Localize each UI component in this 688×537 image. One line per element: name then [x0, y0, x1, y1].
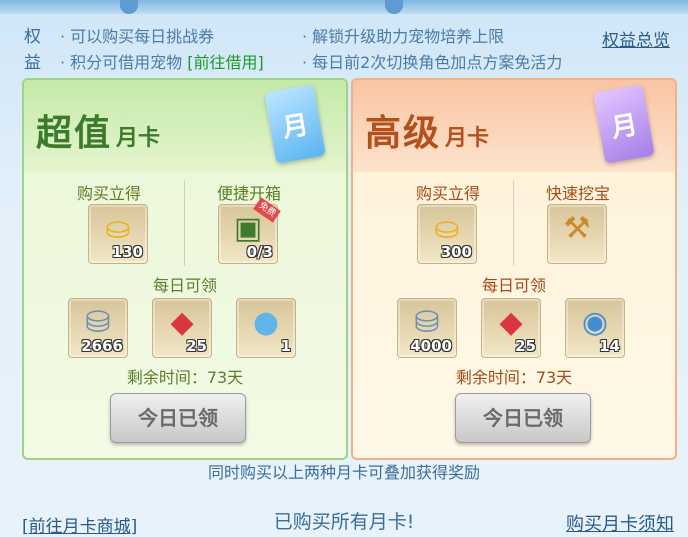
- remaining-time: 剩余时间：73天: [455, 368, 573, 387]
- reward-slot[interactable]: ▣ 免费 0/3: [218, 197, 281, 264]
- card-title-main: 超值: [36, 112, 113, 154]
- benefits-title: 权益: [24, 27, 41, 73]
- item-count: 130: [111, 243, 143, 261]
- frame-ornament-icon: [385, 0, 403, 14]
- divider: [513, 180, 514, 266]
- shovel-icon: ⚒: [563, 211, 591, 246]
- perk-label: 便捷开箱: [216, 184, 281, 203]
- item-count: 1: [280, 337, 291, 355]
- benefit-item-borrow: · 积分可借用宠物 [前往借用]: [60, 52, 264, 74]
- daily-reward-slot[interactable]: ◉ 14: [565, 298, 625, 358]
- red-gem-icon: ◆: [170, 305, 194, 340]
- silver-ingot-icon: ⛁: [414, 305, 440, 340]
- month-card-icon: 月: [264, 84, 326, 164]
- item-count: 0/3: [246, 243, 273, 261]
- card-title-sub: 月卡: [116, 125, 161, 151]
- premium-monthly-card: 高级 月卡 月 购买立得 快速挖宝 ⛀ 300 ⚒ 每日可领 ⛁ 4000 ◆ 2…: [351, 78, 677, 460]
- card-header: 高级 月卡 月: [353, 80, 675, 172]
- benefit-item: · 可以购买每日挑战券: [60, 27, 215, 46]
- borrow-link[interactable]: [前往借用]: [187, 53, 264, 72]
- claimed-today-button[interactable]: 今日已领: [110, 393, 246, 443]
- card-title-main: 高级: [365, 112, 442, 154]
- daily-reward-slot[interactable]: ◆ 25: [152, 298, 212, 358]
- card-title: 超值 月卡: [36, 104, 160, 156]
- benefit-item-text: · 积分可借用宠物: [60, 53, 183, 72]
- item-count: 4000: [410, 337, 452, 355]
- daily-label: 每日可领: [152, 276, 217, 295]
- top-frame: [0, 0, 688, 14]
- card-title: 高级 月卡: [365, 104, 489, 156]
- stacking-note: 同时购买以上两种月卡可叠加获得奖励: [207, 463, 480, 482]
- benefits-bar: 权益 · 可以购买每日挑战券 · 解锁升级助力宠物培养上限 · 积分可借用宠物 …: [10, 20, 678, 76]
- claimed-today-button[interactable]: 今日已领: [455, 393, 591, 443]
- reward-slot[interactable]: ⛀ 130: [88, 204, 148, 264]
- benefit-item: · 解锁升级助力宠物培养上限: [302, 27, 505, 46]
- frame-ornament-icon: [120, 0, 138, 14]
- value-monthly-card: 超值 月卡 月 购买立得 便捷开箱 ⛀ 130 ▣ 免费 0/3 每日可领 ⛁ 2…: [22, 78, 348, 460]
- month-card-icon: 月: [593, 84, 655, 164]
- daily-label: 每日可领: [481, 276, 546, 295]
- item-count: 300: [440, 243, 472, 261]
- silver-ingot-icon: ⛁: [85, 305, 111, 340]
- purchase-notice-link[interactable]: 购买月卡须知: [566, 510, 674, 536]
- swirl-orb-icon: ◉: [581, 305, 609, 340]
- divider: [184, 180, 185, 266]
- gold-ingot-icon: ⛀: [434, 211, 460, 246]
- blue-orb-icon: ●: [252, 305, 280, 340]
- red-gem-icon: ◆: [499, 305, 523, 340]
- daily-reward-slot[interactable]: ⛁ 4000: [397, 298, 457, 358]
- buy-reward-label: 购买立得: [415, 184, 480, 203]
- daily-reward-slot[interactable]: ⛁ 2666: [68, 298, 128, 358]
- card-header: 超值 月卡 月: [24, 80, 346, 172]
- perk-label: 快速挖宝: [545, 184, 610, 203]
- card-title-sub: 月卡: [445, 125, 490, 151]
- remaining-time: 剩余时间：73天: [126, 368, 244, 387]
- item-count: 25: [186, 337, 207, 355]
- reward-slot[interactable]: ⛀ 300: [417, 204, 477, 264]
- benefit-item: · 每日前2次切换角色加点方案免活力: [302, 53, 563, 72]
- item-count: 2666: [81, 337, 123, 355]
- daily-reward-slot[interactable]: ◆ 25: [481, 298, 541, 358]
- item-count: 25: [515, 337, 536, 355]
- benefits-overview-link[interactable]: 权益总览: [602, 26, 670, 51]
- gold-ingot-icon: ⛀: [105, 211, 131, 246]
- item-count: 14: [599, 337, 620, 355]
- reward-slot[interactable]: ⚒: [547, 204, 607, 264]
- buy-reward-label: 购买立得: [76, 184, 141, 203]
- daily-reward-slot[interactable]: ● 1: [236, 298, 296, 358]
